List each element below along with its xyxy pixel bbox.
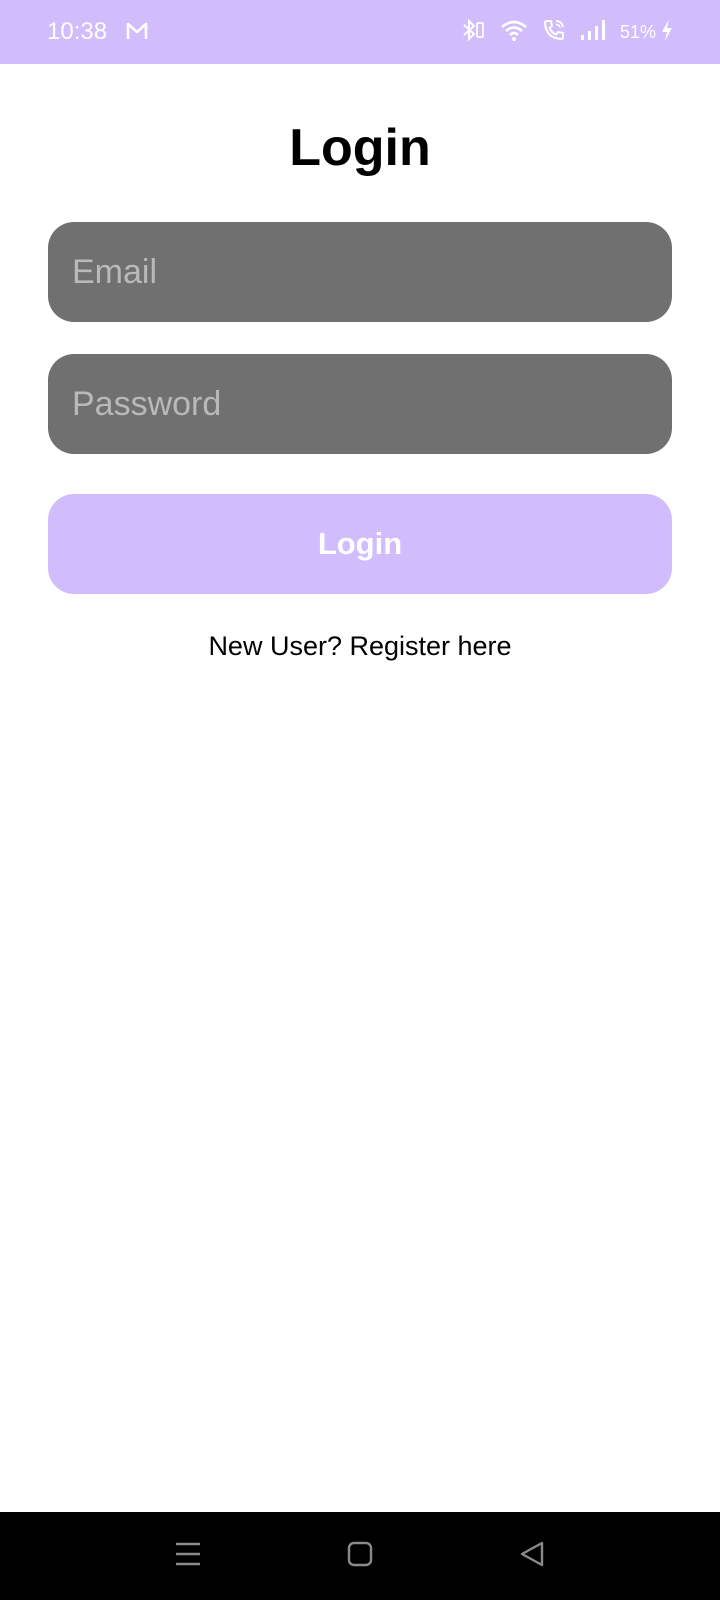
- email-field[interactable]: [48, 222, 672, 322]
- status-icons: 51%: [460, 18, 674, 46]
- page-title: Login: [289, 119, 431, 177]
- home-button[interactable]: [316, 1512, 404, 1600]
- gmail-icon: [126, 20, 148, 47]
- password-field[interactable]: [48, 354, 672, 454]
- register-link[interactable]: New User? Register here: [0, 628, 720, 664]
- login-button[interactable]: Login: [48, 494, 672, 594]
- status-bar: 10:38 51%: [0, 0, 720, 64]
- recent-apps-button[interactable]: [144, 1512, 232, 1600]
- home-icon: [346, 1540, 374, 1573]
- navigation-bar: [0, 1512, 720, 1600]
- menu-icon: [173, 1540, 203, 1573]
- wifi-calling-icon: [542, 18, 566, 47]
- back-icon: [518, 1540, 546, 1573]
- battery-percent: 51%: [619, 22, 656, 42]
- bluetooth-icon: [460, 17, 486, 48]
- charging-icon: [660, 18, 674, 47]
- wifi-icon: [500, 18, 528, 47]
- status-time: 10:38: [47, 18, 108, 45]
- signal-icon: [580, 18, 606, 47]
- back-button[interactable]: [488, 1512, 576, 1600]
